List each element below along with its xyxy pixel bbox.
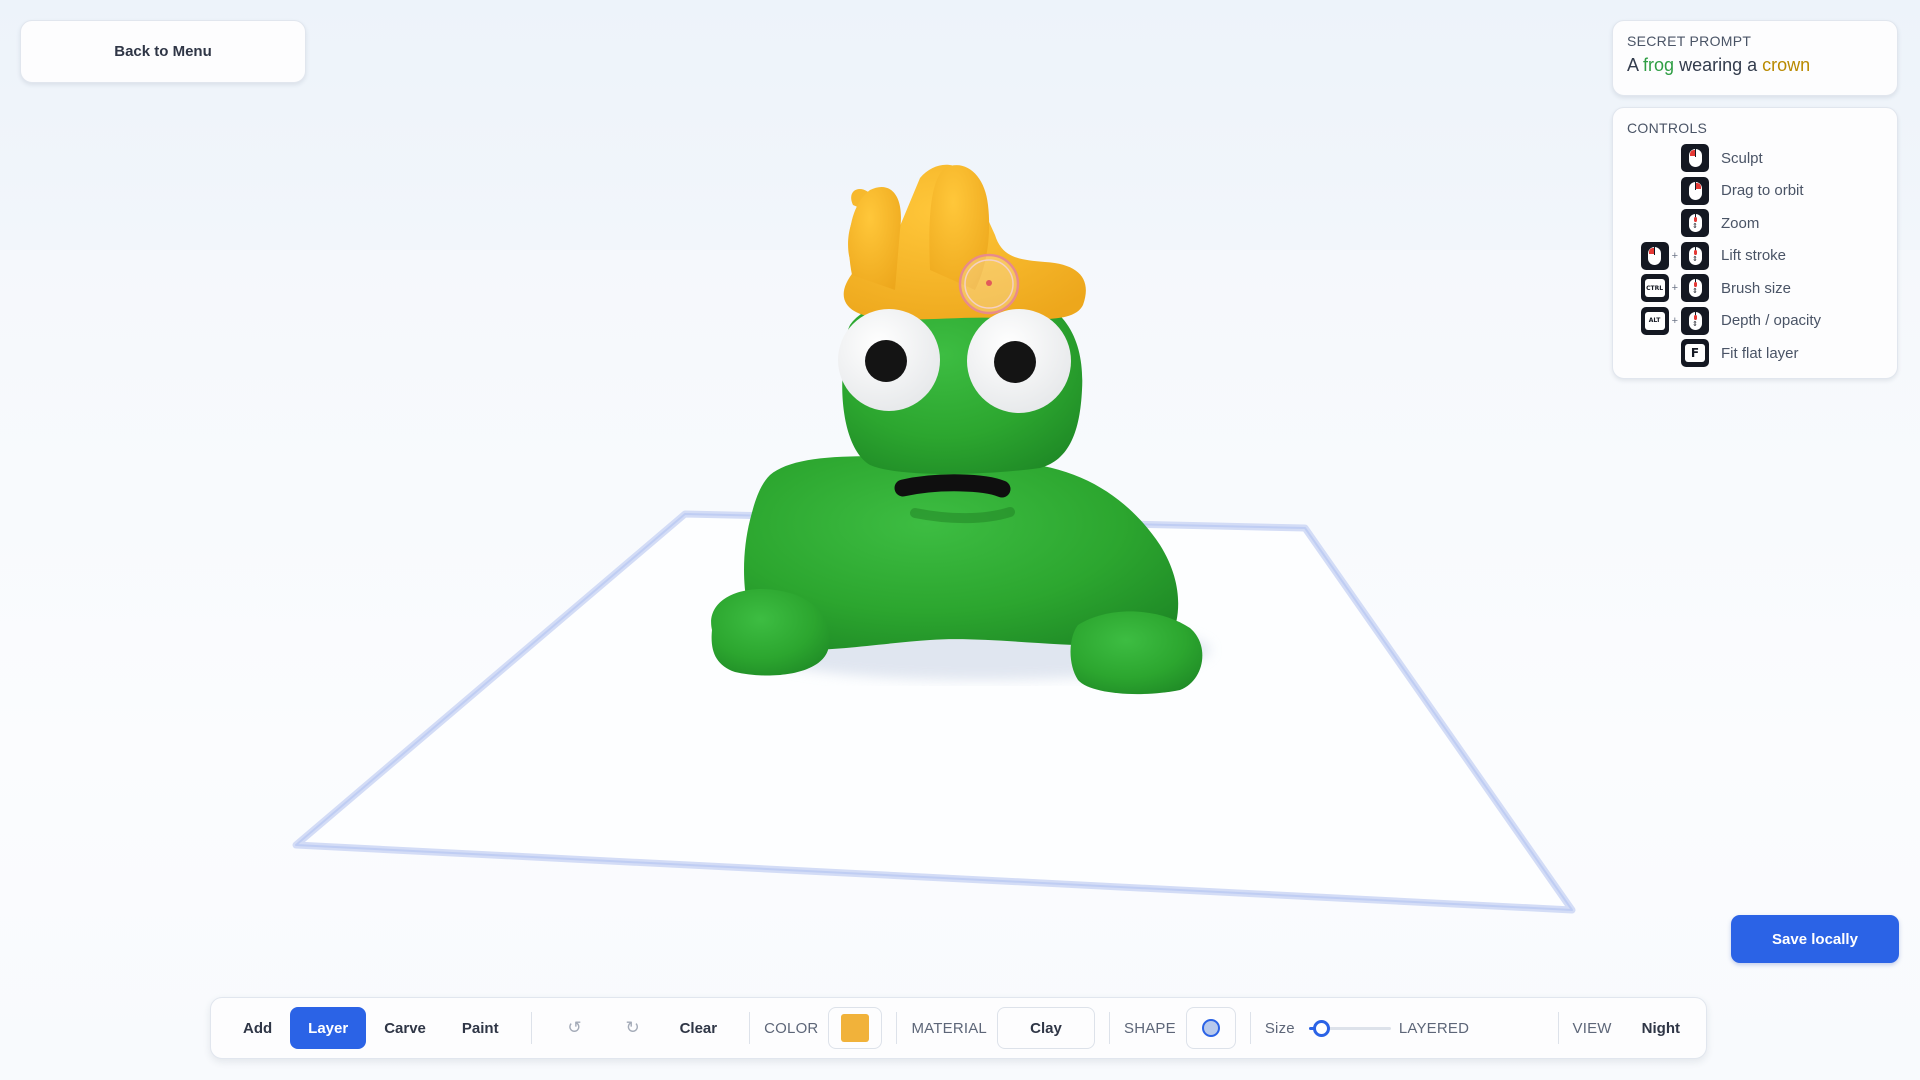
control-row-fit-flat-layer: F Fit flat layer	[1627, 337, 1883, 370]
material-select[interactable]: Clay	[996, 1007, 1095, 1049]
sphere-shape-icon	[1201, 1019, 1220, 1037]
frog-mouth	[894, 474, 1011, 498]
alt-key-icon: ALT	[1640, 306, 1669, 335]
view-mode-toggle[interactable]: Night	[1630, 1020, 1692, 1037]
brush-size-slider[interactable]	[1308, 1018, 1391, 1038]
mouse-left-click-icon	[1640, 241, 1669, 270]
mouse-scroll-icon: ⇕	[1681, 274, 1709, 303]
mouse-scroll-icon: ⇕	[1681, 209, 1709, 238]
frog-pupil-right	[994, 341, 1036, 383]
prompt-keyword-frog: frog	[1643, 55, 1675, 75]
control-row-depth-opacity: ALT + ⇕ Depth / opacity	[1627, 305, 1883, 338]
material-label: MATERIAL	[911, 1019, 987, 1037]
frog-sculpture[interactable]	[711, 164, 1203, 695]
plus-sign: +	[1671, 314, 1678, 327]
toolbar-divider	[749, 1012, 751, 1044]
brush-cursor	[958, 253, 1020, 315]
prompt-word-a: A	[1627, 55, 1639, 75]
prompt-word-wearing-a: wearing a	[1679, 55, 1758, 75]
f-key-icon: F	[1681, 339, 1709, 368]
prompt-keyword-crown: crown	[1762, 55, 1811, 75]
frog-leg-right	[1070, 611, 1203, 695]
clear-button[interactable]: Clear	[662, 1007, 736, 1049]
color-label: COLOR	[764, 1019, 819, 1037]
size-label: Size	[1264, 1019, 1295, 1037]
frog-pupil-left	[865, 340, 907, 382]
control-label: Lift stroke	[1721, 247, 1787, 265]
layered-label: LAYERED	[1398, 1019, 1470, 1037]
control-row-lift-stroke: + ⇕ Lift stroke	[1627, 240, 1883, 273]
secret-prompt-card: SECRET PROMPT A frog wearing a crown	[1612, 20, 1898, 96]
controls-card: CONTROLS Sculpt Drag to orbit ⇕ Zoom + ⇕	[1612, 107, 1898, 379]
mouse-scroll-icon: ⇕	[1681, 306, 1709, 335]
controls-title: CONTROLS	[1627, 120, 1708, 136]
redo-button[interactable]: ↻	[604, 1007, 662, 1049]
back-to-menu-button[interactable]: Back to Menu	[20, 20, 306, 83]
toolbar-divider	[530, 1012, 532, 1044]
mouse-scroll-icon: ⇕	[1681, 241, 1709, 270]
shape-select[interactable]	[1185, 1007, 1236, 1049]
secret-prompt-label: SECRET PROMPT	[1627, 33, 1752, 49]
mode-add-button[interactable]: Add	[225, 1007, 290, 1049]
toolbar-divider	[1249, 1012, 1251, 1044]
toolbar-divider	[1557, 1012, 1559, 1044]
mode-carve-button[interactable]: Carve	[366, 1007, 444, 1049]
redo-icon: ↻	[625, 1018, 640, 1037]
control-row-orbit: Drag to orbit	[1627, 175, 1883, 208]
undo-button[interactable]: ↺	[546, 1007, 604, 1049]
ctrl-key-icon: CTRL	[1640, 274, 1669, 303]
plus-sign: +	[1671, 249, 1678, 262]
control-label: Fit flat layer	[1721, 344, 1799, 362]
save-locally-button[interactable]: Save locally	[1731, 915, 1899, 963]
shape-label: SHAPE	[1123, 1019, 1176, 1037]
view-label: VIEW	[1572, 1019, 1612, 1037]
toolbar-divider	[1108, 1012, 1110, 1044]
toolbar-divider	[896, 1012, 898, 1044]
color-swatch	[841, 1014, 870, 1042]
mouse-left-click-icon	[1681, 144, 1709, 173]
mouse-right-drag-icon	[1681, 176, 1709, 205]
control-label: Brush size	[1721, 279, 1792, 297]
undo-icon: ↺	[567, 1018, 582, 1037]
plus-sign: +	[1671, 282, 1678, 295]
control-row-brush-size: CTRL + ⇕ Brush size	[1627, 272, 1883, 305]
mode-layer-button[interactable]: Layer	[290, 1007, 367, 1049]
secret-prompt-text: A frog wearing a crown	[1627, 55, 1883, 76]
control-row-zoom: ⇕ Zoom	[1627, 207, 1883, 240]
color-picker-button[interactable]	[828, 1007, 883, 1049]
bottom-toolbar: Add Layer Carve Paint ↺ ↻ Clear COLOR MA…	[210, 997, 1707, 1059]
control-row-sculpt: Sculpt	[1627, 142, 1883, 175]
control-label: Zoom	[1721, 214, 1760, 232]
control-label: Drag to orbit	[1721, 182, 1804, 200]
mode-paint-button[interactable]: Paint	[444, 1007, 517, 1049]
control-label: Sculpt	[1721, 149, 1763, 167]
slider-thumb[interactable]	[1313, 1020, 1331, 1037]
control-label: Depth / opacity	[1721, 312, 1822, 330]
